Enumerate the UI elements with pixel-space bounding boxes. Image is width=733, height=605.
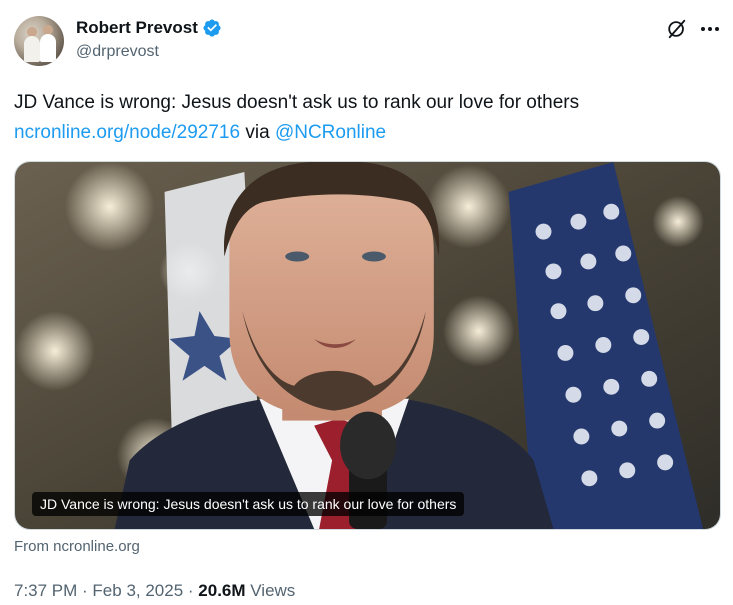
card-source[interactable]: From ncronline.org — [14, 538, 140, 555]
tweet-text-line2: ncronline.org/node/292716 via @NCRonline — [14, 118, 714, 148]
link-card[interactable]: JD Vance is wrong: Jesus doesn't ask us … — [14, 161, 721, 530]
tweet-text-line: JD Vance is wrong: Jesus doesn't ask us … — [14, 92, 580, 113]
avatar[interactable] — [14, 16, 64, 66]
tweet-date[interactable]: Feb 3, 2025 — [92, 581, 183, 600]
via-text: via — [240, 122, 275, 143]
tweet-meta: 7:37 PM · Feb 3, 2025 · 20.6M Views — [14, 581, 295, 601]
views-label: Views — [245, 581, 296, 600]
avatar-figure — [24, 36, 40, 62]
tweet-text: JD Vance is wrong: Jesus doesn't ask us … — [14, 88, 714, 148]
author-display-name[interactable]: Robert Prevost — [76, 18, 198, 38]
verified-badge-icon[interactable] — [202, 18, 222, 38]
author-handle[interactable]: @drprevost — [76, 43, 159, 61]
meta-separator: · — [77, 581, 93, 600]
article-link[interactable]: ncronline.org/node/292716 — [14, 122, 240, 143]
card-title: JD Vance is wrong: Jesus doesn't ask us … — [32, 492, 465, 516]
avatar-figure — [40, 34, 56, 62]
author-name-row: Robert Prevost — [76, 18, 222, 38]
card-image — [15, 162, 720, 529]
mention-link[interactable]: @NCRonline — [275, 122, 386, 143]
tweet-time[interactable]: 7:37 PM — [14, 581, 77, 600]
views-count[interactable]: 20.6M — [198, 581, 245, 600]
tweet: Robert Prevost @drprevost JD Vance is wr… — [0, 0, 733, 605]
meta-separator: · — [183, 581, 199, 600]
grok-icon[interactable] — [666, 18, 688, 40]
more-icon[interactable] — [698, 18, 722, 40]
